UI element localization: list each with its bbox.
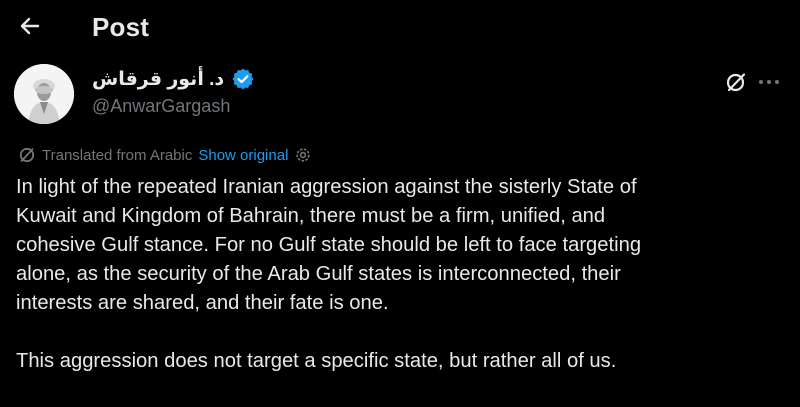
show-original-link[interactable]: Show original xyxy=(198,147,288,164)
post-paragraph: In light of the repeated Iranian aggress… xyxy=(16,176,642,314)
translate-icon xyxy=(19,147,35,163)
grok-button[interactable] xyxy=(722,68,750,96)
post-header: Post xyxy=(0,0,800,54)
back-button[interactable] xyxy=(12,8,48,44)
page-title: Post xyxy=(92,12,150,42)
post-text: In light of the repeated Iranian aggress… xyxy=(16,173,786,376)
avatar-portrait-icon xyxy=(14,64,74,124)
verified-badge-icon xyxy=(232,68,254,90)
author-name[interactable]: د. أنور قرقاش xyxy=(92,68,224,91)
grok-icon xyxy=(726,73,746,92)
translated-label: Translated from Arabic xyxy=(42,146,193,164)
gear-icon[interactable] xyxy=(294,146,312,164)
translation-bar: Translated from Arabic Show original xyxy=(18,144,312,166)
arrow-left-icon xyxy=(20,17,40,35)
more-button[interactable] xyxy=(754,68,784,96)
post-paragraph: This aggression does not target a specif… xyxy=(16,350,617,372)
avatar[interactable] xyxy=(14,64,74,124)
author-name-row: د. أنور قرقاش xyxy=(92,66,254,92)
author-handle[interactable]: @AnwarGargash xyxy=(92,96,230,117)
more-horizontal-icon xyxy=(759,80,779,84)
